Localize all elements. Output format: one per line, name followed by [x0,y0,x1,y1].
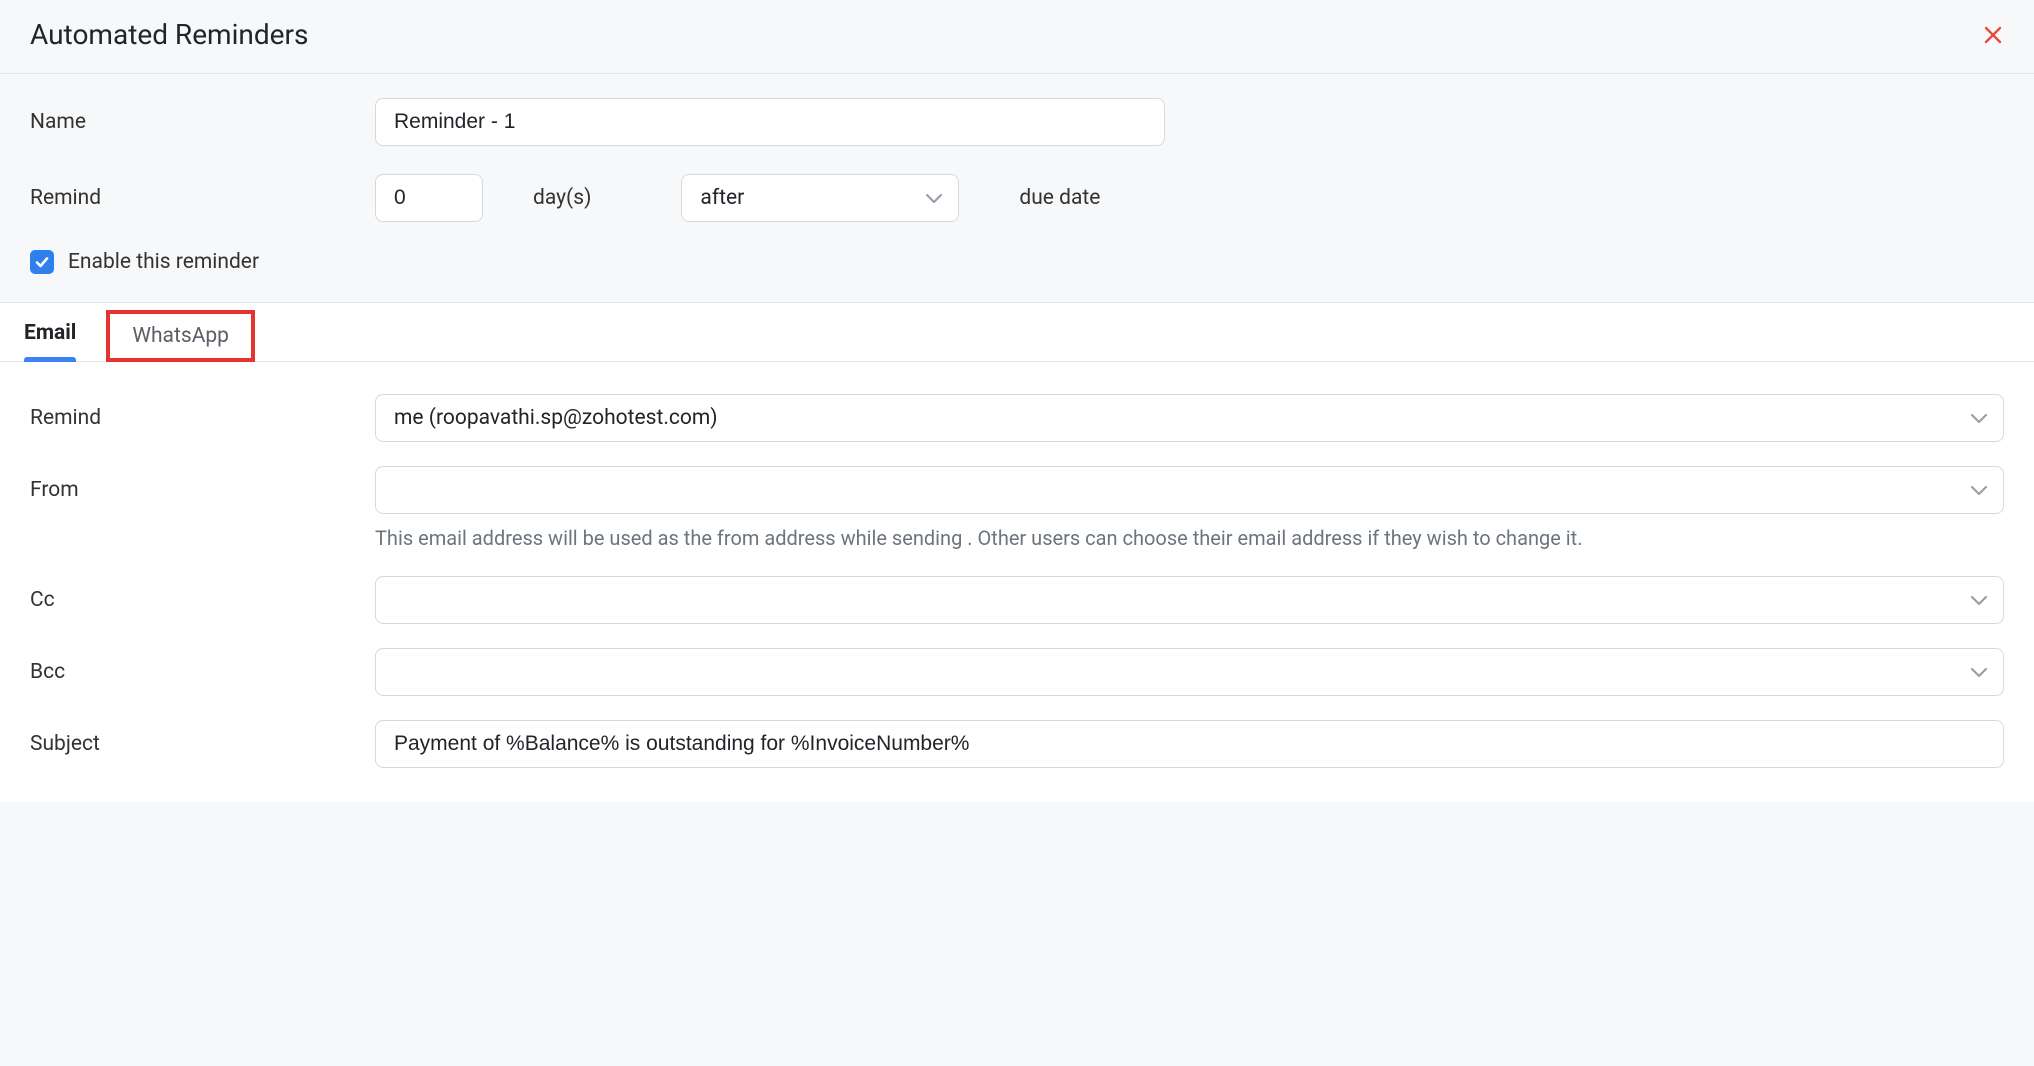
channel-tabs: Email WhatsApp [0,303,2034,362]
subject-label: Subject [30,720,375,756]
enable-label: Enable this reminder [68,250,259,274]
row-bcc: Bcc [30,648,2004,696]
reminder-settings-section: Name Remind day(s) after due date Enable… [0,74,2034,303]
close-icon [1984,26,2002,44]
row-from: From This email address will be used as … [30,466,2004,552]
remind-timing-group: day(s) after due date [375,174,1100,222]
modal-title: Automated Reminders [30,18,308,51]
timing-select[interactable]: after [681,174,959,222]
remind-to-label: Remind [30,394,375,430]
bcc-label: Bcc [30,648,375,684]
close-button[interactable] [1982,24,2004,46]
name-input[interactable] [375,98,1165,146]
from-helper-text: This email address will be used as the f… [375,524,2004,552]
enable-checkbox[interactable] [30,250,54,274]
modal-header: Automated Reminders [0,0,2034,74]
cc-label: Cc [30,576,375,612]
row-remind-timing: Remind day(s) after due date [30,174,2004,222]
row-remind-to: Remind me (roopavathi.sp@zohotest.com) [30,394,2004,442]
days-unit-label: day(s) [533,186,591,210]
cc-select[interactable] [375,576,2004,624]
tab-whatsapp[interactable]: WhatsApp [106,310,255,362]
timing-select-value: after [700,186,744,210]
row-cc: Cc [30,576,2004,624]
check-icon [34,254,50,270]
tab-email[interactable]: Email [24,303,76,361]
timing-select-wrap: after [681,174,959,222]
row-subject: Subject [30,720,2004,768]
days-input[interactable] [375,174,483,222]
row-enable: Enable this reminder [30,250,2004,274]
bcc-select[interactable] [375,648,2004,696]
remind-to-value: me (roopavathi.sp@zohotest.com) [394,406,718,430]
name-label: Name [30,110,375,134]
subject-input[interactable] [375,720,2004,768]
from-select[interactable] [375,466,2004,514]
remind-to-select[interactable]: me (roopavathi.sp@zohotest.com) [375,394,2004,442]
from-label: From [30,466,375,502]
row-name: Name [30,98,2004,146]
remind-label: Remind [30,186,375,210]
due-date-label: due date [1019,186,1100,210]
email-settings-section: Remind me (roopavathi.sp@zohotest.com) F… [0,362,2034,802]
